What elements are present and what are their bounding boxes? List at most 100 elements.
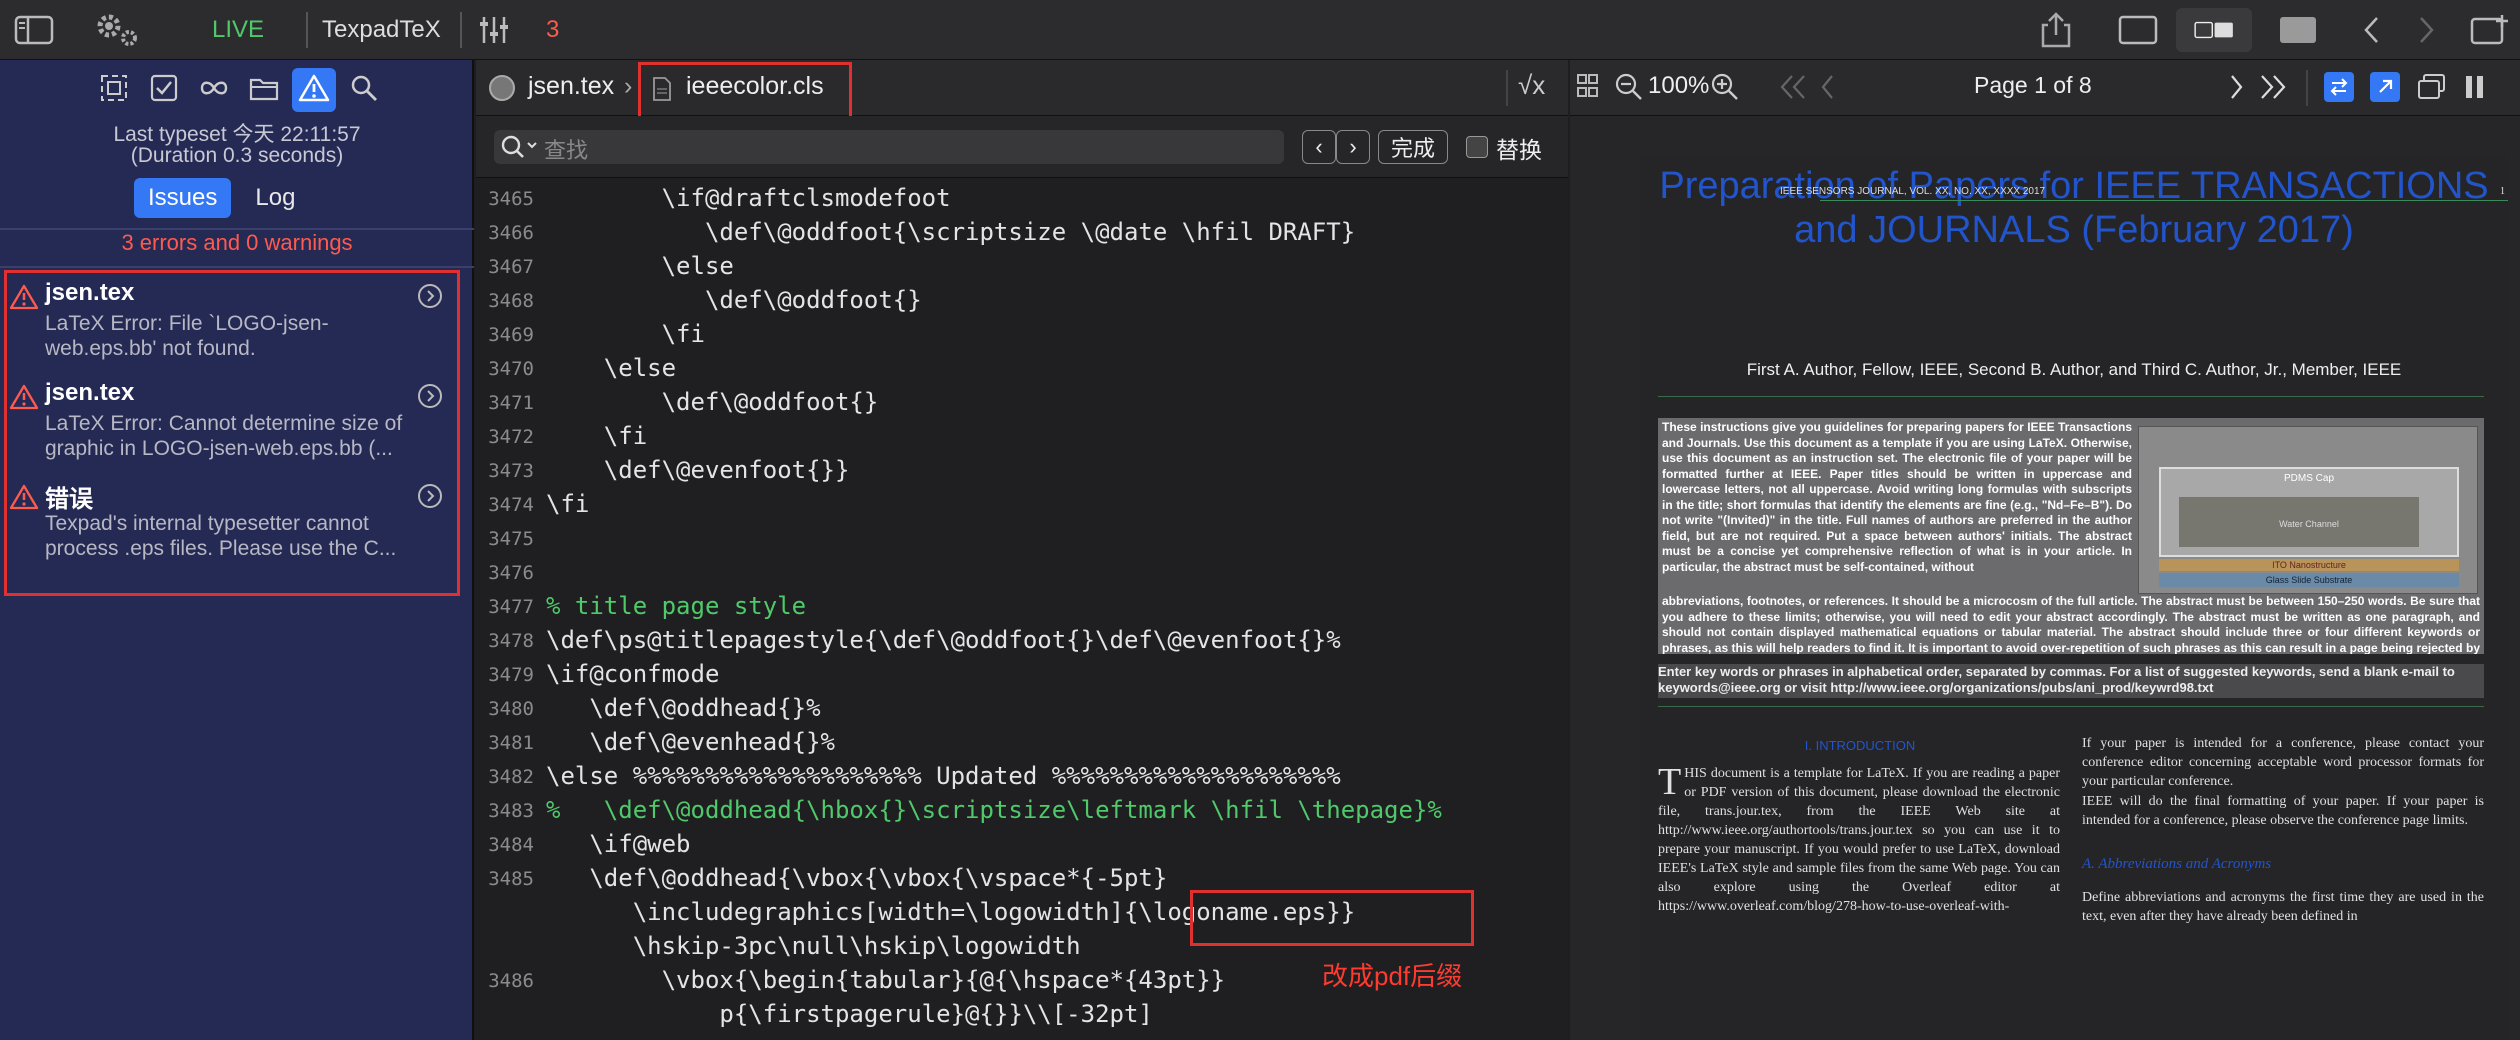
sidebar-mode-links[interactable] bbox=[192, 68, 236, 112]
share-button[interactable] bbox=[2036, 0, 2076, 60]
code-line[interactable]: % \def\@oddhead{\hbox{}\scriptsize\leftm… bbox=[546, 796, 1442, 824]
new-window-button[interactable] bbox=[2470, 0, 2510, 60]
find-next-button[interactable]: › bbox=[1336, 130, 1370, 164]
preview-toolbar: 100% Page 1 of 8 bbox=[1570, 60, 2520, 116]
go-to-issue-icon[interactable] bbox=[417, 483, 443, 514]
divider bbox=[1506, 70, 1508, 106]
sidebar-mode-search[interactable] bbox=[342, 68, 386, 112]
issue-item[interactable]: 错误 Texpad's internal typesetter cannot pr… bbox=[7, 473, 463, 573]
sidebar-mode-files[interactable] bbox=[242, 68, 286, 112]
zoom-level[interactable]: 100% bbox=[1648, 72, 1709, 100]
layout-preview-only-button[interactable] bbox=[2278, 0, 2318, 60]
line-number: 3471 bbox=[488, 392, 534, 414]
code-line[interactable]: \def\ps@titlepagestyle{\def\@oddfoot{}\d… bbox=[546, 626, 1341, 654]
replace-label: 替换 bbox=[1496, 137, 1542, 163]
issue-item[interactable]: jsen.tex LaTeX Error: File `LOGO-jsen-we… bbox=[7, 273, 463, 373]
math-insert-icon[interactable]: √x bbox=[1518, 70, 1545, 101]
code-line[interactable]: \def\@evenhead{}% bbox=[546, 728, 835, 756]
first-page-icon[interactable] bbox=[1776, 72, 1810, 107]
line-number: 3479 bbox=[488, 664, 534, 686]
preview-pane-icon bbox=[2278, 10, 2318, 50]
last-page-icon[interactable] bbox=[2256, 72, 2290, 107]
code-line[interactable]: p{\firstpagerule}@{}}\\[-32pt] bbox=[546, 1000, 1152, 1028]
search-placeholder: 查找 bbox=[544, 138, 589, 163]
line-number: 3486 bbox=[488, 970, 534, 992]
zoom-in-icon[interactable] bbox=[1710, 72, 1740, 107]
code-line[interactable]: \def\@oddhead{\vbox{\vbox{\vspace*{-5pt} bbox=[546, 864, 1167, 892]
zoom-out-icon[interactable] bbox=[1614, 72, 1644, 107]
issue-item[interactable]: jsen.tex LaTeX Error: Cannot determine s… bbox=[7, 373, 463, 473]
code-line[interactable]: \if@web bbox=[546, 830, 690, 858]
next-page-icon[interactable] bbox=[2226, 72, 2246, 107]
engine-options-button[interactable] bbox=[474, 0, 514, 60]
code-line[interactable]: % title page style bbox=[546, 592, 806, 620]
running-header: IEEE SENSORS JOURNAL, VOL. XX, NO. XX, X… bbox=[1780, 186, 2046, 197]
code-line[interactable]: \else bbox=[546, 354, 676, 382]
abstract-block: These instructions give you guidelines f… bbox=[1658, 418, 2484, 654]
index-terms: Enter key words or phrases in alphabetic… bbox=[1658, 664, 2484, 698]
toolbar-divider bbox=[460, 12, 462, 48]
add-window-icon bbox=[2470, 10, 2510, 50]
issue-message: LaTeX Error: File `LOGO-jsen-web.eps.bb'… bbox=[45, 312, 329, 360]
error-warning-icon bbox=[9, 483, 39, 516]
code-line[interactable]: \def\@oddfoot{\scriptsize \@date \hfil D… bbox=[546, 218, 1355, 246]
right-column-paragraph: Define abbreviations and acronyms the fi… bbox=[2082, 890, 2484, 924]
sync-scroll-icon[interactable] bbox=[2324, 72, 2354, 102]
find-done-button[interactable]: 完成 bbox=[1378, 130, 1448, 164]
pause-icon[interactable] bbox=[2462, 72, 2488, 107]
code-line[interactable]: \vbox{\begin{tabular}{@{\hspace*{43pt}} bbox=[546, 966, 1226, 994]
sidebar-mode-issues[interactable] bbox=[292, 68, 336, 112]
windows-icon[interactable] bbox=[2416, 72, 2448, 107]
figure-label: Glass Slide Substrate bbox=[2265, 575, 2353, 585]
code-line[interactable]: \def\@oddhead{}% bbox=[546, 694, 820, 722]
split-pane-icon bbox=[2194, 10, 2234, 50]
layout-editor-only-button[interactable] bbox=[2118, 0, 2158, 60]
previous-page-icon[interactable] bbox=[1818, 72, 1838, 107]
live-toggle[interactable]: LIVE bbox=[212, 16, 264, 44]
breadcrumb-root-file[interactable]: jsen.tex bbox=[528, 72, 614, 101]
line-number: 3468 bbox=[488, 290, 534, 312]
code-line[interactable]: \else bbox=[546, 252, 734, 280]
layout-split-button[interactable] bbox=[2176, 8, 2252, 52]
code-line[interactable]: \def\@oddfoot{} bbox=[546, 286, 922, 314]
sidebar-toggle-button[interactable] bbox=[14, 0, 54, 60]
back-button[interactable] bbox=[2352, 0, 2392, 60]
sidebar-mode-outline[interactable] bbox=[92, 68, 136, 112]
search-icon bbox=[500, 134, 540, 165]
paper-title: Preparation of Papers for IEEE TRANSACTI… bbox=[1659, 165, 2489, 251]
tab-issues[interactable]: Issues bbox=[134, 178, 232, 218]
code-line[interactable]: \def\@evenfoot{}} bbox=[546, 456, 850, 484]
code-line[interactable]: \if@confmode bbox=[546, 660, 719, 688]
sidebar-mode-tasks[interactable] bbox=[142, 68, 186, 112]
typesetter-engine-label[interactable]: TexpadTeX bbox=[322, 16, 441, 44]
go-to-issue-icon[interactable] bbox=[417, 283, 443, 314]
error-warning-icon bbox=[9, 383, 39, 416]
code-line[interactable]: \fi bbox=[546, 490, 589, 518]
code-line[interactable]: \fi bbox=[546, 422, 647, 450]
typeset-settings-button[interactable] bbox=[92, 0, 142, 60]
breadcrumb-active-file[interactable]: ieeecolor.cls bbox=[686, 72, 824, 101]
find-previous-button[interactable]: ‹ bbox=[1302, 130, 1336, 164]
line-number: 3478 bbox=[488, 630, 534, 652]
header-rule bbox=[1820, 200, 2508, 201]
pdf-preview: 100% Page 1 of 8 Preparation of Papers f… bbox=[1570, 60, 2520, 1040]
line-number: 3465 bbox=[488, 188, 534, 210]
code-line[interactable]: \fi bbox=[546, 320, 705, 348]
open-external-icon[interactable] bbox=[2370, 72, 2400, 102]
code-line[interactable]: \if@draftclsmodefoot bbox=[546, 184, 951, 212]
thumbnails-icon[interactable] bbox=[1576, 72, 1608, 107]
line-number: 3475 bbox=[488, 528, 534, 550]
error-count-badge[interactable]: 3 bbox=[546, 16, 559, 44]
search-input[interactable]: 查找 bbox=[494, 130, 1284, 164]
chevron-right-icon: › bbox=[1349, 134, 1357, 159]
breadcrumb-separator: › bbox=[624, 72, 633, 100]
tab-log[interactable]: Log bbox=[241, 178, 309, 218]
go-to-issue-icon[interactable] bbox=[417, 383, 443, 414]
pdf-page[interactable]: Preparation of Papers for IEEE TRANSACTI… bbox=[1640, 156, 2508, 1040]
code-line[interactable]: \else %%%%%%%%%%%%%%%%%%%% Updated %%%%%… bbox=[546, 762, 1341, 790]
code-line[interactable]: \def\@oddfoot{} bbox=[546, 388, 879, 416]
forward-button[interactable] bbox=[2406, 0, 2446, 60]
code-line[interactable]: \hskip-3pc\null\hskip\logowidth bbox=[546, 932, 1081, 960]
replace-checkbox[interactable] bbox=[1466, 136, 1488, 158]
folder-icon bbox=[248, 73, 280, 108]
